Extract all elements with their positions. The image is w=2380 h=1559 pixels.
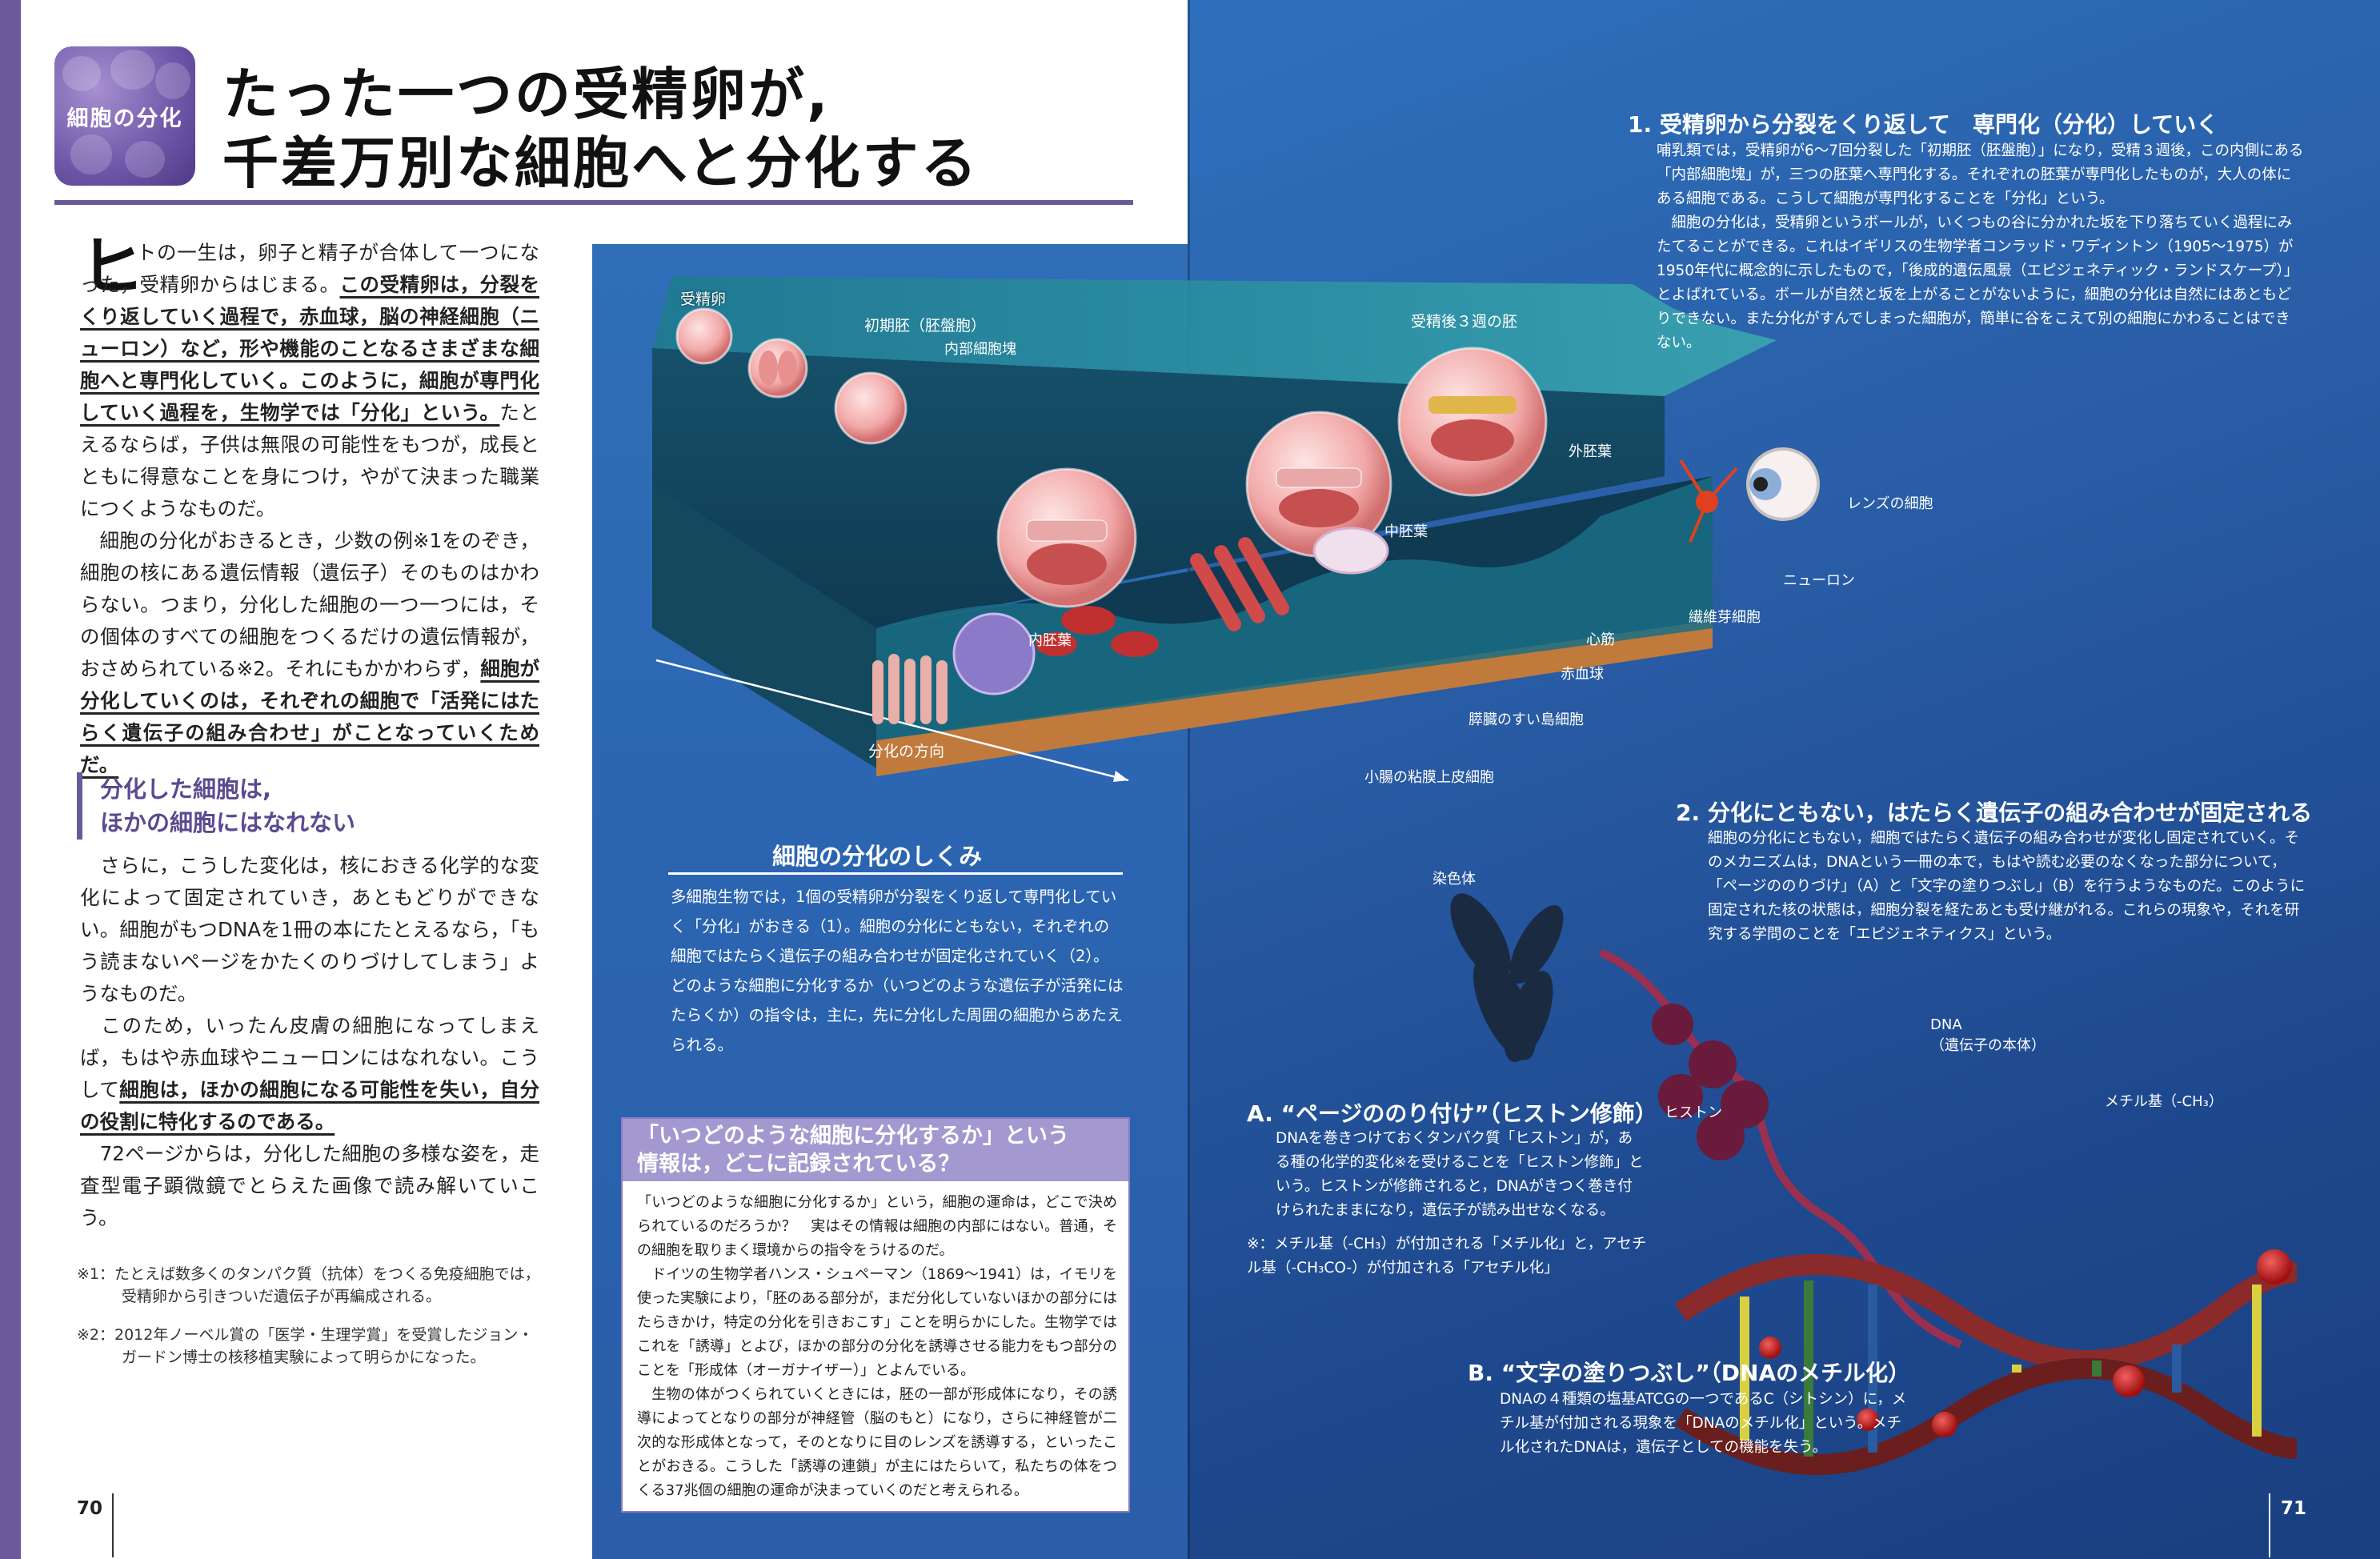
fibroblast-cell [1312, 527, 1389, 575]
label-week3: 受精後３週の胚 [1411, 313, 1517, 331]
section2-paragraph-3: 72ページからは，分化した細胞の多様な姿を，走査型電子顕微鏡でとらえた画像で読み… [80, 1138, 539, 1234]
eye-lens [1746, 447, 1820, 521]
category-label: 細胞の分化 [66, 106, 183, 131]
label-histone: ヒストン [1665, 1104, 1722, 1121]
intro-paragraph-1: トの一生は，卵子と精子が合体して一つになった，受精卵からはじまる。この受精卵は，… [80, 237, 539, 525]
page-number-left: 70 [77, 1498, 103, 1519]
question-p2-text: ドイツの生物学者ハンス・シュペーマン（1869～1941）は，イモリを使った実験… [637, 1266, 1117, 1379]
label-neuron: ニューロン [1783, 572, 1855, 589]
label-mesoderm: 中胚葉 [1384, 523, 1428, 540]
page-number-rule-right [2269, 1493, 2270, 1557]
intro-p2-text: 細胞の分化がおきるとき，少数の例※1をのぞき，細胞の核にある遺伝情報（遺伝子）そ… [80, 529, 540, 680]
mechanism-title: 細胞の分化のしくみ [772, 843, 983, 870]
label-zygote: 受精卵 [680, 291, 726, 308]
methyl-group-3 [1932, 1412, 1957, 1437]
page-number-rule-left [112, 1493, 114, 1557]
section2-p3-text: 72ページからは，分化した細胞の多様な姿を，走査型電子顕微鏡でとらえた画像で読み… [80, 1142, 540, 1229]
section1-body: 哺乳類では，受精卵が6～7回分裂した「初期胚（胚盤胞）」になり，受精３週後，この… [1657, 139, 2305, 355]
section-a-note: ※：メチル基（-CH₃）が付加される「メチル化」と，アセチル基（-CH₃CO-）… [1247, 1236, 1647, 1276]
section-a-title: A. “ページののり付け”（ヒストン修飾） [1247, 1100, 1657, 1127]
label-early-embryo: 初期胚（胚盤胞） [864, 317, 986, 335]
section2-paragraph-2: このため，いったん皮膚の細胞になってしまえば，もはや赤血球やニューロンにはなれな… [80, 1010, 539, 1138]
label-pancreas: 膵臓のすい島細胞 [1468, 711, 1584, 728]
section2-right-title: 2. 分化にともない，はたらく遺伝子の組み合わせが固定される [1676, 800, 2313, 826]
section2-p2-bold: 細胞は，ほかの細胞になる可能性を失い，自分の役割に特化するのである。 [80, 1078, 540, 1133]
label-direction: 分化の方向 [868, 743, 944, 760]
label-inner-cell-mass: 内部細胞塊 [944, 341, 1016, 358]
question-paragraph-1: 「いつどのような細胞に分化するか」という，細胞の運命は，どこで決められているのだ… [637, 1194, 1117, 1259]
section-b-body: DNAの４種類の塩基ATCGの一つであるC（シトシン）に，メチル基が付加される現… [1500, 1391, 1907, 1456]
section1-p2-text: 細胞の分化は，受精卵というボールが，いくつもの谷に分かれた坂を下り落ちていく過程… [1657, 214, 2299, 351]
section-b-title: B. “文字の塗りつぶし”（DNAのメチル化） [1468, 1360, 1911, 1386]
label-methyl: メチル基（-CH₃） [2105, 1093, 2223, 1110]
label-dna: DNA [1930, 1016, 1962, 1033]
red-blood-cell-1 [1061, 606, 1116, 635]
section2-paragraphs: さらに，こうした変化は，核におきる化学的な変化によって固定されていき，あともどり… [80, 850, 539, 1234]
zygote-ball [675, 307, 733, 365]
label-heart: 心筋 [1586, 631, 1615, 648]
section1-title: 1. 受精卵から分裂をくり返して 専門化（分化）していく [1628, 111, 2219, 138]
question-title-line1: 「いつどのような細胞に分化するか」という [637, 1124, 1069, 1148]
section1-paragraph-2: 細胞の分化は，受精卵というボールが，いくつもの谷に分かれた坂を下り落ちていく過程… [1657, 211, 2305, 355]
section1-paragraph-1: 哺乳類では，受精卵が6～7回分裂した「初期胚（胚盤胞）」になり，受精３週後，この… [1657, 142, 2304, 207]
pancreas-islet-cell [952, 612, 1036, 695]
red-blood-cell-2 [1111, 631, 1159, 657]
mechanism-body: 多細胞生物では，1個の受精卵が分裂をくり返して専門化していく「分化」がおきる（1… [671, 888, 1124, 1054]
page-number-right: 71 [2281, 1498, 2307, 1519]
label-lens: レンズの細胞 [1847, 495, 1933, 512]
label-intestine: 小腸の粘膜上皮細胞 [1364, 769, 1494, 786]
title-underline [54, 200, 1133, 205]
footnotes: ※1：たとえば数多くのタンパク質（抗体）をつくる免疫細胞では，受精卵から引きつい… [77, 1263, 541, 1369]
intro-paragraph-2: 細胞の分化がおきるとき，少数の例※1をのぞき，細胞の核にある遺伝情報（遺伝子）そ… [80, 525, 539, 781]
page-title-line2: 千差万別な細胞へと分化する [222, 130, 980, 196]
question-p3-text: 生物の体がつくられていくときには，胚の一部が形成体になり，その誘導によってとなり… [637, 1386, 1117, 1499]
section2-right-body: 細胞の分化にともない，細胞ではたらく遺伝子の組み合わせが変化し固定されていく。そ… [1708, 830, 2306, 943]
left-accent-bar [0, 0, 21, 1559]
question-box-body: 「いつどのような細胞に分化するか」という，細胞の運命は，どこで決められているのだ… [637, 1191, 1117, 1503]
blastocyst-ball [834, 371, 908, 445]
label-rbc: 赤血球 [1561, 666, 1604, 683]
label-dna-sub: （遺伝子の本体） [1930, 1037, 2045, 1054]
label-ectoderm: 外胚葉 [1569, 443, 1612, 460]
label-fibroblast: 繊維芽細胞 [1689, 609, 1761, 626]
question-paragraph-3: 生物の体がつくられていくときには，胚の一部が形成体になり，その誘導によってとなり… [637, 1383, 1117, 1503]
subheading: 分化した細胞は, ほかの細胞にはなれない [77, 772, 541, 840]
methyl-group-4 [2113, 1365, 2145, 1397]
section-a-body: DNAを巻きつけておくタンパク質「ヒストン」が，ある種の化学的変化※を受けること… [1276, 1130, 1644, 1219]
chromosome-shape [1450, 893, 1564, 1062]
label-endoderm: 内胚葉 [1028, 632, 1072, 649]
subheading-line2: ほかの細胞にはなれない [100, 809, 356, 836]
methyl-group-5 [2257, 1249, 2292, 1284]
footnote-2: ※2：2012年ノーベル賞の「医学・生理学賞」を受賞したジョン・ガードン博士の核… [77, 1326, 534, 1366]
section2-paragraph-1: さらに，こうした変化は，核におきる化学的な変化によって固定されていき，あともどり… [80, 850, 539, 1010]
subheading-line1: 分化した細胞は, [100, 775, 272, 803]
mechanism-rule [668, 872, 1123, 875]
section2-p1-text: さらに，こうした変化は，核におきる化学的な変化によって固定されていき，あともどり… [80, 854, 539, 1005]
intro-paragraphs: トの一生は，卵子と精子が合体して一つになった，受精卵からはじまる。この受精卵は，… [80, 237, 539, 781]
question-paragraph-2: ドイツの生物学者ハンス・シュペーマン（1869～1941）は，イモリを使った実験… [637, 1263, 1117, 1383]
footnote-1: ※1：たとえば数多くのタンパク質（抗体）をつくる免疫細胞では，受精卵から引きつい… [77, 1265, 540, 1305]
question-box-title: 「いつどのような細胞に分化するか」という 情報は，どこに記録されている？ [623, 1119, 1128, 1181]
question-title-line2: 情報は，どこに記録されている？ [637, 1152, 960, 1176]
label-chromosome: 染色体 [1432, 871, 1476, 888]
